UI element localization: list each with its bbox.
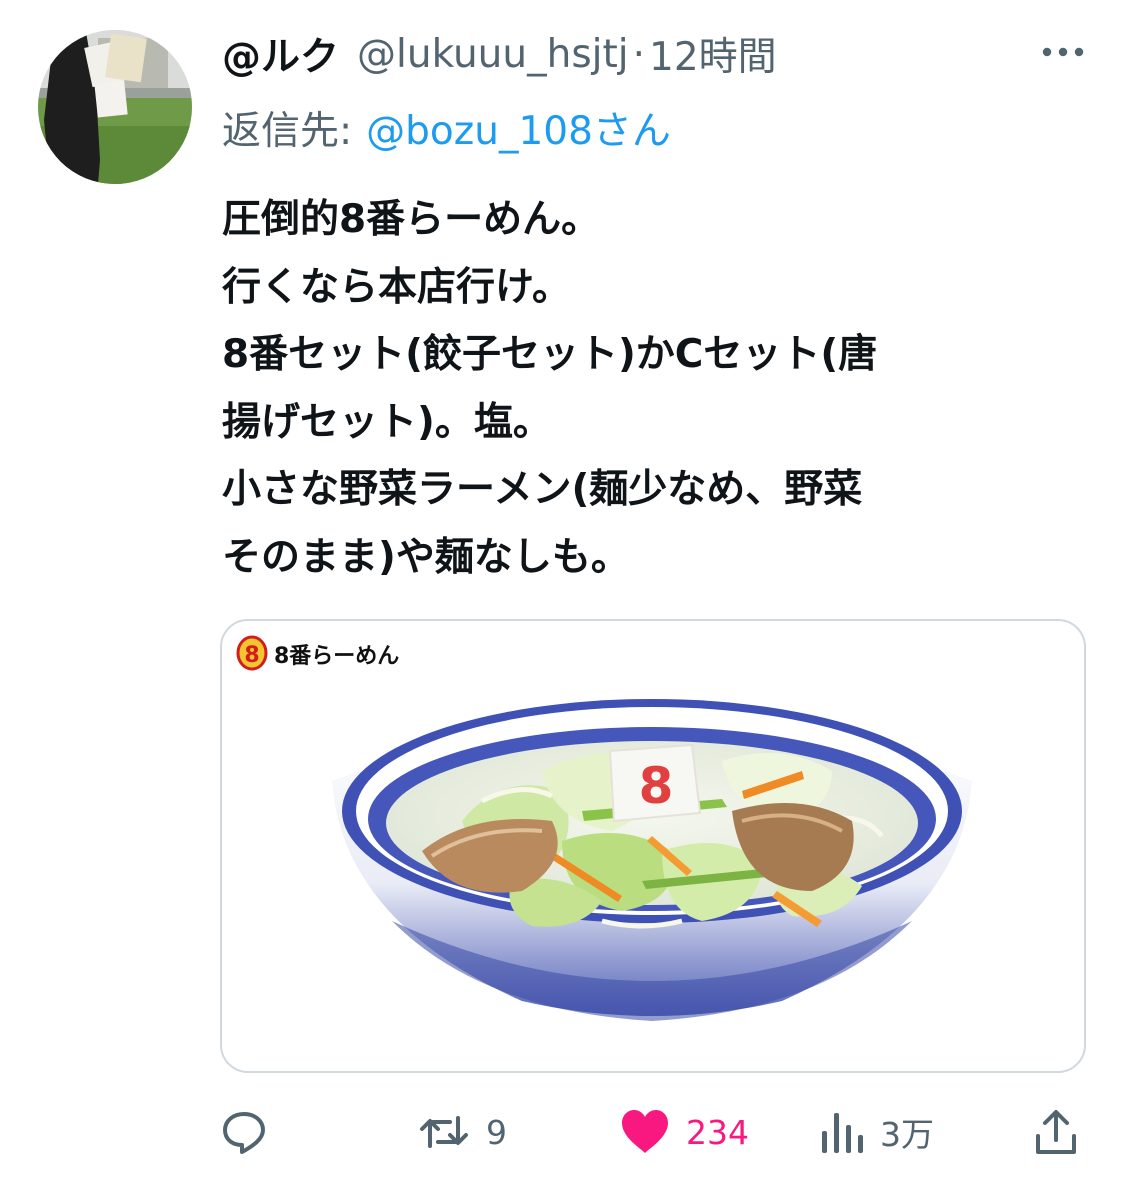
tweet-text-line: 小さな野菜ラーメン(麺少なめ、野菜 — [222, 467, 863, 512]
action-bar: 9 234 3万 — [0, 1100, 1123, 1164]
display-name[interactable]: @ルク — [222, 26, 339, 82]
ramen-photo: 8 8番らーめん 8 — [236, 635, 972, 1021]
reply-context: 返信先: @bozu_108さん — [222, 100, 671, 156]
heart-icon — [622, 1110, 668, 1153]
views-count: 3万 — [880, 1115, 934, 1154]
timestamp[interactable]: 12時間 — [649, 26, 777, 82]
kamaboko-mark: 8 — [639, 757, 674, 815]
like-count: 234 — [686, 1112, 749, 1152]
brand-logo: 8 8番らーめん — [236, 635, 399, 671]
logo-text: 8番らーめん — [274, 644, 399, 669]
retweet-icon — [420, 1116, 468, 1148]
reply-bubble-icon — [223, 1112, 265, 1154]
reply-button[interactable] — [220, 1106, 284, 1158]
share-button[interactable] — [1034, 1106, 1078, 1158]
avatar[interactable] — [38, 30, 192, 184]
kamaboko-8: 8 — [608, 743, 702, 823]
tweet-media-image[interactable]: 8 8番らーめん 8 — [220, 619, 1086, 1073]
reply-target-link[interactable]: @bozu_108さん — [366, 100, 671, 156]
tweet-text-line: 行くなら本店行け。 — [222, 264, 572, 310]
separator-dot: · — [632, 31, 646, 77]
retweet-count: 9 — [486, 1112, 507, 1152]
like-button[interactable]: 234 — [620, 1106, 749, 1158]
logo-mark: 8 — [244, 643, 259, 668]
tweet-text-line: 揚げセット)。塩。 — [222, 399, 552, 445]
tweet-text: 圧倒的8番らーめん。 行くなら本店行け。 8番セット(餃子セット)かCセット(唐… — [222, 186, 1082, 591]
reply-prefix: 返信先: — [222, 109, 353, 154]
tweet-text-line: 圧倒的8番らーめん。 — [222, 197, 601, 242]
share-upload-icon — [1036, 1110, 1076, 1154]
more-dots-icon[interactable] — [1038, 40, 1088, 64]
tweet-text-line: 8番セット(餃子セット)かCセット(唐 — [222, 332, 878, 377]
tweet-header: @ルク @lukuuu_hsjtj · 12時間 — [222, 26, 777, 82]
tweet-text-line: そのまま)や麺なしも。 — [222, 534, 630, 580]
views-bar-chart-icon — [822, 1113, 863, 1153]
avatar-image — [38, 30, 192, 184]
views-button[interactable]: 3万 — [820, 1106, 934, 1158]
user-handle[interactable]: @lukuuu_hsjtj — [357, 32, 629, 77]
retweet-button[interactable]: 9 — [418, 1106, 507, 1158]
